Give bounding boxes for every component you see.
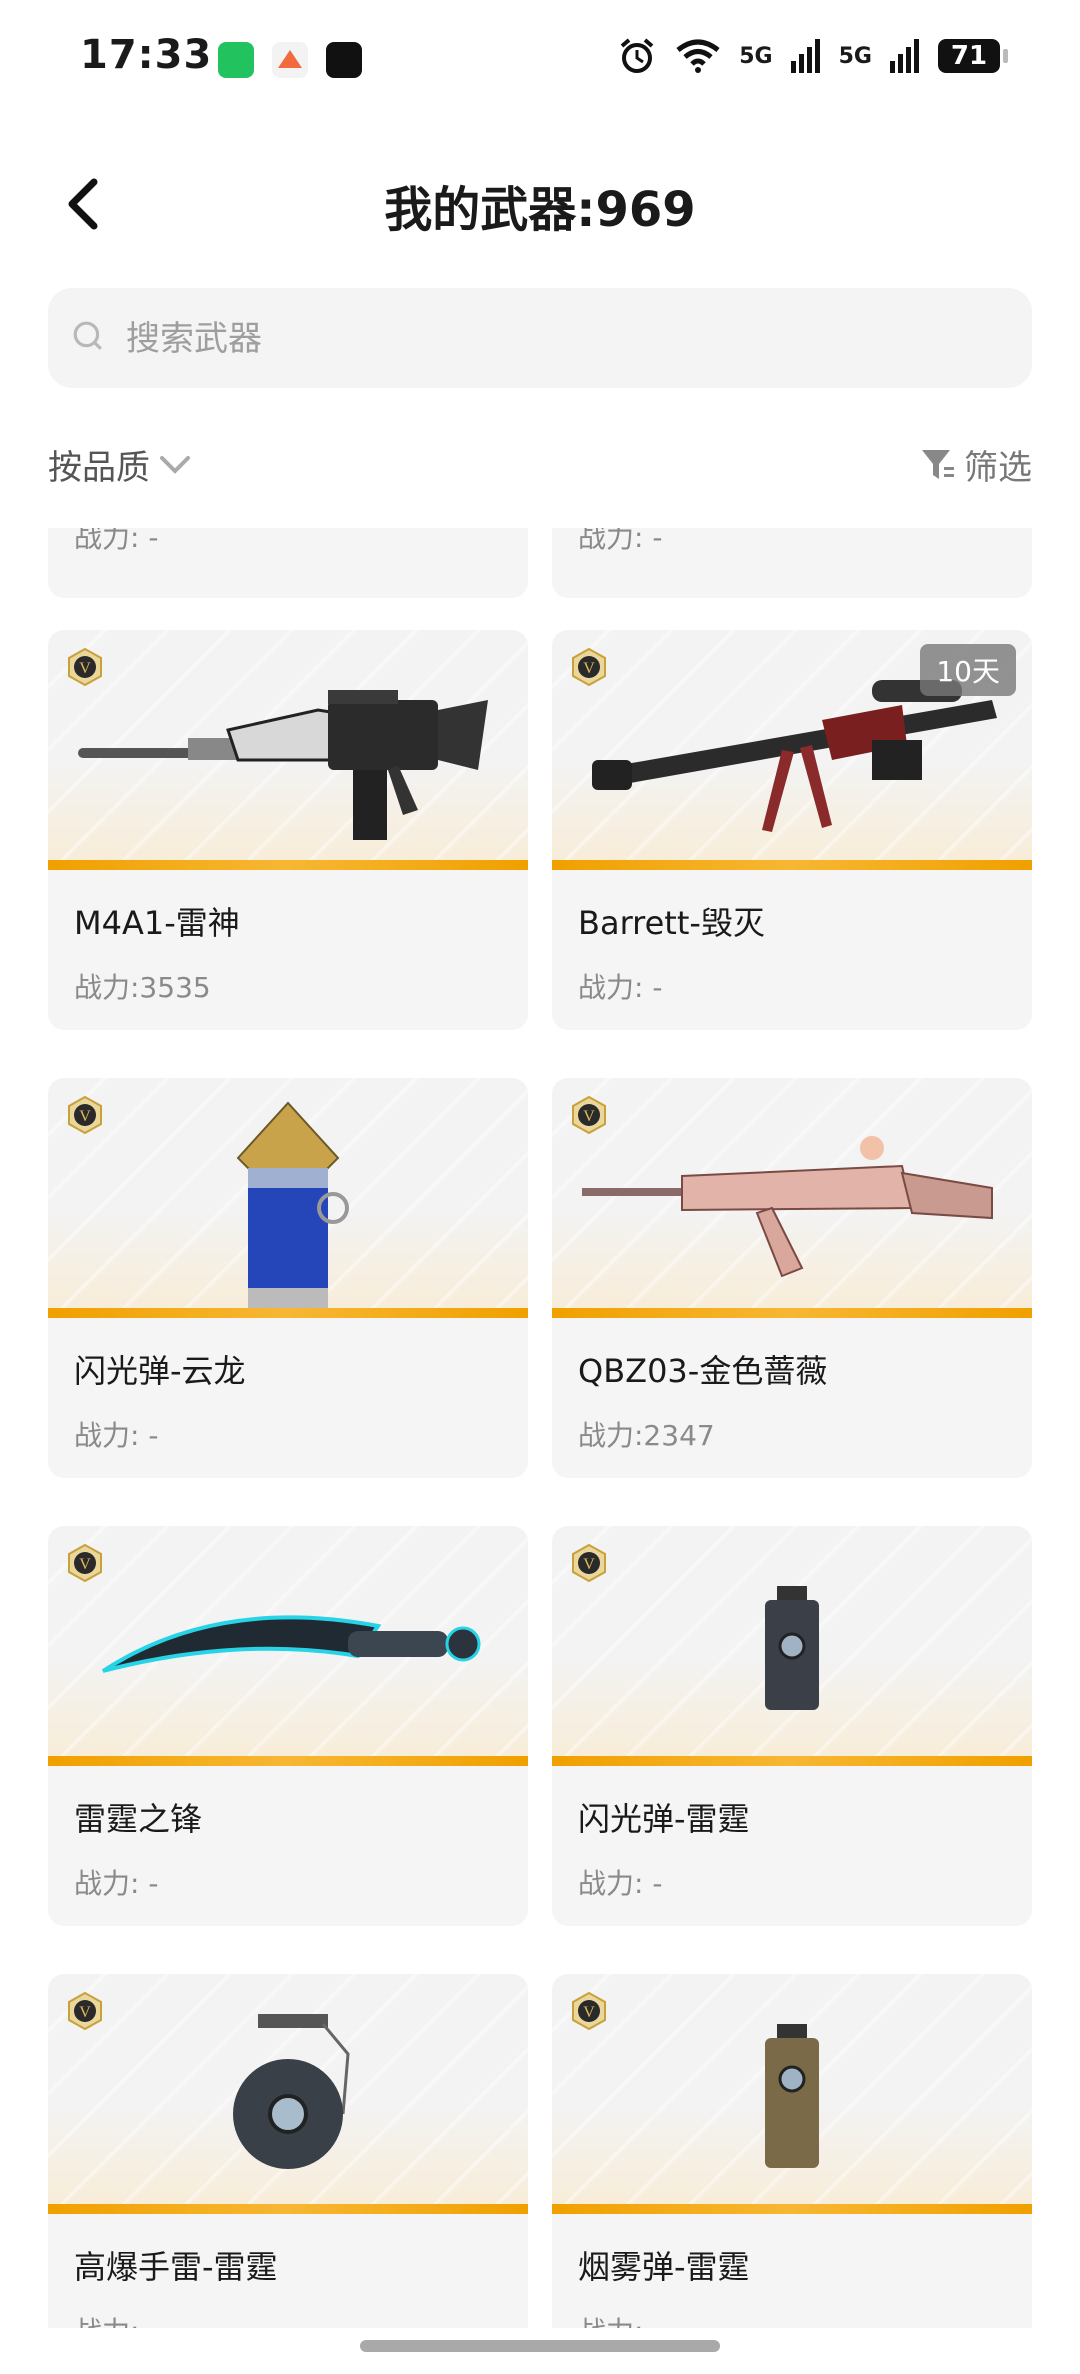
search-input[interactable] (124, 308, 1008, 370)
filter-button[interactable]: 筛选 (920, 440, 1032, 489)
quality-bar (552, 1308, 1032, 1318)
svg-text:V: V (79, 2004, 91, 2021)
smoke-grenade-thunder-image (765, 2024, 819, 2168)
weapon-image-area: V (48, 630, 528, 870)
svg-text:V: V (79, 1556, 91, 1573)
weapon-card[interactable]: V 闪光弹-雷霆 战力: - (552, 1526, 1032, 1926)
signal-5g-2: 5G (838, 43, 872, 69)
weapon-grid[interactable]: 战力: - 战力: - V M4A1-雷神 战力:3535 V 10天 Barr… (0, 528, 1080, 2328)
flashbang-cloud-dragon-image (236, 1101, 349, 1308)
thunder-blade-image (101, 1615, 481, 1673)
v-badge-icon: V (68, 1992, 102, 2030)
weapon-name: QBZ03-金色蔷薇 (578, 1352, 828, 1390)
weapon-name: Barrett-毁灭 (578, 904, 765, 942)
chevron-down-icon (160, 455, 190, 474)
status-bar: 17:33 5G 5G 71 (0, 0, 1080, 120)
weapon-card[interactable]: V M4A1-雷神 战力:3535 (48, 630, 528, 1030)
weapon-power: 战力: - (74, 1419, 159, 1452)
weapon-power: 战力: - (578, 971, 663, 1004)
v-badge-icon: V (572, 1992, 606, 2030)
weapon-image-area: V (552, 1526, 1032, 1766)
flashbang-thunder-image (765, 1586, 819, 1710)
svg-text:V: V (583, 1556, 595, 1573)
game-app-icon (272, 42, 308, 78)
wifi-icon (676, 39, 720, 73)
wechat-icon (218, 42, 254, 78)
weapon-card[interactable]: V 10天 Barrett-毁灭 战力: - (552, 630, 1032, 1030)
sort-by-quality-dropdown[interactable]: 按品质 (48, 440, 192, 489)
quality-bar (48, 2204, 528, 2214)
weapon-power: 战力:2347 (578, 1419, 715, 1452)
svg-text:V: V (583, 2004, 595, 2021)
status-time: 17:33 (80, 32, 213, 78)
weapon-power: 战力: (578, 2310, 643, 2328)
search-icon (73, 321, 102, 350)
weapon-name: 雷霆之锋 (74, 1800, 203, 1838)
signal-5g-1: 5G (739, 43, 773, 69)
weapon-image-area: V (48, 1974, 528, 2214)
weapon-power: 战力: - (74, 528, 159, 554)
weapon-name: 烟雾弹-雷霆 (578, 2248, 750, 2286)
weapon-power: 战力:3535 (74, 971, 211, 1004)
weapon-power: 战力: (74, 2310, 139, 2328)
weapon-power: 战力: - (74, 1867, 159, 1900)
weapon-card-partial[interactable]: 战力: - (48, 528, 528, 598)
weapon-power: 战力: - (578, 528, 663, 554)
alarm-icon (620, 38, 654, 73)
v-badge-icon: V (572, 1544, 606, 1582)
weapon-card[interactable]: V QBZ03-金色蔷薇 战力:2347 (552, 1078, 1032, 1478)
home-indicator[interactable] (360, 2340, 720, 2352)
svg-text:V: V (79, 1108, 91, 1125)
weapon-name: 闪光弹-云龙 (74, 1352, 246, 1390)
weapon-card[interactable]: V 雷霆之锋 战力: - (48, 1526, 528, 1926)
quality-bar (48, 1308, 528, 1318)
quality-bar (552, 1756, 1032, 1766)
rifle-image (78, 690, 488, 840)
weapon-card[interactable]: V 高爆手雷-雷霆 战力: (48, 1974, 528, 2328)
weapon-image-area: V (552, 1974, 1032, 2214)
weapon-name: 高爆手雷-雷霆 (74, 2248, 278, 2286)
v-badge-icon: V (68, 1096, 102, 1134)
weapon-image-area: V (48, 1078, 528, 1318)
page-title: 我的武器:969 (384, 182, 696, 238)
weapon-card[interactable]: V 烟雾弹-雷霆 战力: (552, 1974, 1032, 2328)
dewu-app-icon (326, 42, 362, 78)
weapon-name: 闪光弹-雷霆 (578, 1800, 750, 1838)
funnel-icon (922, 449, 954, 479)
weapon-power: 战力: - (578, 1867, 663, 1900)
quality-bar (552, 860, 1032, 870)
filter-label: 筛选 (964, 448, 1032, 488)
search-bar[interactable] (48, 288, 1032, 388)
weapon-card-partial[interactable]: 战力: - (552, 528, 1032, 598)
sort-label: 按品质 (48, 448, 150, 488)
quality-bar (552, 2204, 1032, 2214)
signal-bars-icon (890, 39, 919, 73)
weapon-image-area: V (552, 1078, 1032, 1318)
weapon-card[interactable]: V 闪光弹-云龙 战力: - (48, 1078, 528, 1478)
battery-indicator: 71 (938, 39, 1008, 73)
signal-bars-icon (790, 39, 820, 73)
quality-bar (48, 860, 528, 870)
quality-bar (48, 1756, 528, 1766)
duration-tag: 10天 (920, 644, 1016, 696)
rifle-rose-image (582, 1136, 993, 1278)
weapon-name: M4A1-雷神 (74, 904, 240, 942)
grenade-thunder-image (233, 2014, 350, 2169)
weapon-image-area: V (48, 1526, 528, 1766)
